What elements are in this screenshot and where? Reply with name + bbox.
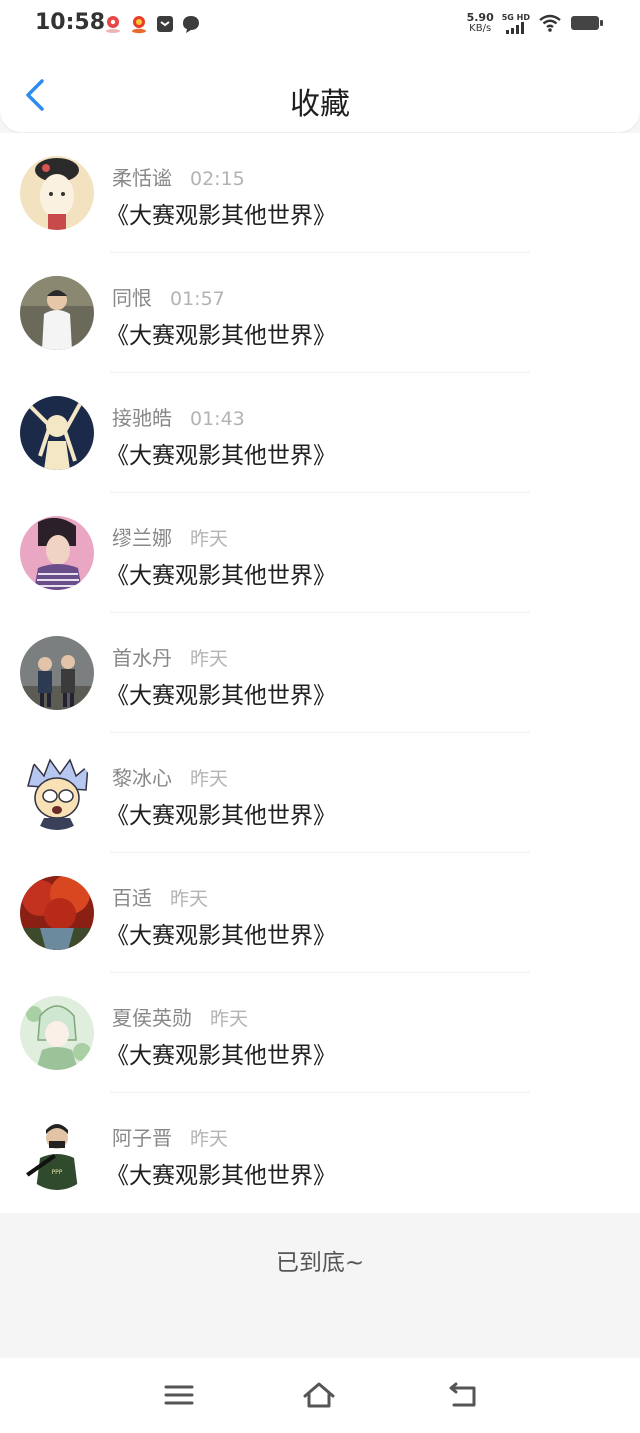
item-name: 百适 — [112, 886, 152, 910]
item-meta: 夏侯英勋 昨天 — [112, 1002, 248, 1031]
network-type: 5G HD — [502, 13, 530, 34]
app-badge-icon — [132, 16, 146, 34]
avatar — [20, 396, 94, 470]
avatar — [20, 516, 94, 590]
list-item[interactable]: 黎冰心 昨天 《大赛观影其他世界》 — [0, 733, 640, 853]
wifi-icon — [539, 14, 561, 32]
menu-icon[interactable] — [162, 1380, 196, 1410]
favorites-list: 柔恬谧 02:15 《大赛观影其他世界》 同恨 01:57 《大赛观影其他世界》 接… — [0, 133, 640, 1213]
list-item[interactable]: 柔恬谧 02:15 《大赛观影其他世界》 — [0, 133, 640, 253]
network-label: 5G HD — [501, 12, 530, 22]
avatar — [20, 756, 94, 830]
status-right-group: 5.90 KB/s 5G HD — [467, 12, 604, 34]
item-title: 《大赛观影其他世界》 — [106, 203, 336, 229]
item-time: 昨天 — [190, 528, 229, 550]
gallery-icon — [157, 16, 173, 32]
avatar — [20, 996, 94, 1070]
item-name: 柔恬谧 — [112, 166, 172, 190]
item-time: 昨天 — [190, 768, 229, 790]
avatar — [20, 636, 94, 710]
item-time: 昨天 — [170, 888, 209, 910]
list-item[interactable]: 同恨 01:57 《大赛观影其他世界》 — [0, 253, 640, 373]
avatar — [20, 156, 94, 230]
item-name: 黎冰心 — [112, 766, 172, 790]
map-pin-icon — [106, 16, 120, 33]
item-time: 昨天 — [190, 1128, 229, 1150]
system-nav-bar — [0, 1358, 640, 1433]
list-item[interactable]: PPP 阿子晋 昨天 《大赛观影其他世界》 — [0, 1093, 640, 1213]
item-meta: 首水丹 昨天 — [112, 642, 228, 671]
list-item[interactable]: 首水丹 昨天 《大赛观影其他世界》 — [0, 613, 640, 733]
item-name: 夏侯英勋 — [112, 1006, 192, 1030]
item-meta: 阿子晋 昨天 — [112, 1122, 228, 1151]
item-meta: 接驰皓 01:43 — [112, 402, 245, 431]
item-meta: 同恨 01:57 — [112, 282, 225, 311]
list-item[interactable]: 百适 昨天 《大赛观影其他世界》 — [0, 853, 640, 973]
status-notification-icons — [103, 14, 201, 34]
item-name: 同恨 — [112, 286, 152, 310]
item-meta: 黎冰心 昨天 — [112, 762, 228, 791]
page-header: 收藏 — [0, 52, 640, 132]
item-name: 缪兰娜 — [112, 526, 172, 550]
list-item[interactable]: 缪兰娜 昨天 《大赛观影其他世界》 — [0, 493, 640, 613]
status-time: 10:58 — [35, 10, 106, 35]
item-time: 01:43 — [190, 408, 245, 430]
home-icon[interactable] — [302, 1380, 336, 1410]
battery-icon — [571, 16, 603, 30]
signal-icon — [505, 21, 524, 34]
avatar: PPP — [20, 1116, 94, 1190]
item-name: 接驰皓 — [112, 406, 172, 430]
item-meta: 百适 昨天 — [112, 882, 208, 911]
item-title: 《大赛观影其他世界》 — [106, 1163, 336, 1189]
item-name: 阿子晋 — [112, 1126, 172, 1150]
avatar — [20, 276, 94, 350]
list-item[interactable]: 接驰皓 01:43 《大赛观影其他世界》 — [0, 373, 640, 493]
net-speed: 5.90 KB/s — [467, 12, 494, 34]
item-time: 昨天 — [210, 1008, 249, 1030]
list-item[interactable]: 夏侯英勋 昨天 《大赛观影其他世界》 — [0, 973, 640, 1093]
item-title: 《大赛观影其他世界》 — [106, 563, 336, 589]
item-meta: 缪兰娜 昨天 — [112, 522, 228, 551]
item-time: 02:15 — [190, 168, 245, 190]
item-title: 《大赛观影其他世界》 — [106, 923, 336, 949]
net-speed-value: 5.90 — [466, 11, 494, 24]
item-meta: 柔恬谧 02:15 — [112, 162, 245, 191]
item-title: 《大赛观影其他世界》 — [106, 683, 336, 709]
page-title: 收藏 — [290, 87, 350, 122]
status-bar: 10:58 5.90 KB/s 5G HD — [0, 0, 640, 52]
list-end: 已到底~ — [0, 1213, 640, 1358]
item-time: 01:57 — [170, 288, 225, 310]
end-of-list-text: 已到底~ — [275, 1250, 365, 1276]
back-icon[interactable] — [446, 1380, 480, 1410]
svg-text:PPP: PPP — [52, 1169, 63, 1176]
net-speed-unit: KB/s — [469, 23, 492, 34]
item-time: 昨天 — [190, 648, 229, 670]
item-title: 《大赛观影其他世界》 — [106, 1043, 336, 1069]
item-title: 《大赛观影其他世界》 — [106, 803, 336, 829]
item-title: 《大赛观影其他世界》 — [106, 323, 336, 349]
chat-bubble-icon — [183, 16, 199, 33]
avatar — [20, 876, 94, 950]
item-title: 《大赛观影其他世界》 — [106, 443, 336, 469]
item-name: 首水丹 — [112, 646, 172, 670]
